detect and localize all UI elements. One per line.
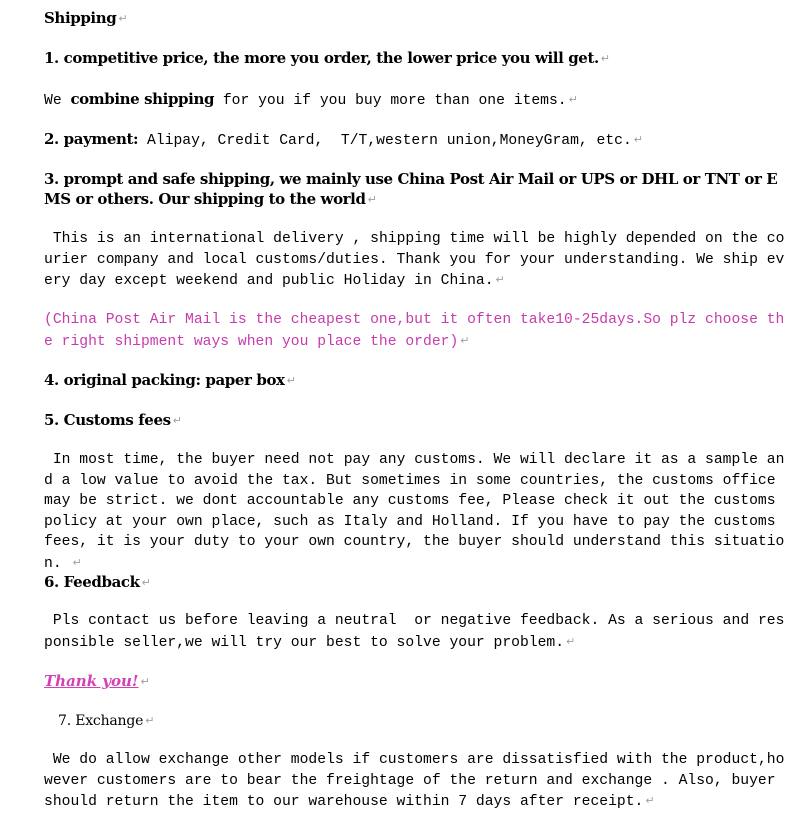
- international-delivery-text: This is an international delivery , ship…: [44, 231, 785, 290]
- item-7-exchange: 7. Exchange ↵: [44, 711, 788, 731]
- pilcrow-icon: ↵: [460, 333, 470, 347]
- item-5-customs-fees: 5. Customs fees ↵: [44, 410, 788, 431]
- pilcrow-icon: ↵: [633, 133, 644, 146]
- thank-you-link-row: Thank you! ↵: [44, 671, 788, 691]
- pilcrow-icon: ↵: [367, 193, 377, 206]
- item-4-original-packing: 4. original packing: paper box ↵: [44, 370, 788, 391]
- combine-lead: We: [44, 93, 71, 109]
- item-6-text: 6. Feedback: [44, 573, 140, 591]
- pilcrow-icon: ↵: [568, 93, 578, 106]
- heading-shipping: Shipping ↵: [44, 8, 788, 29]
- item-2-payment: 2. payment: Alipay, Credit Card, T/T,wes…: [44, 129, 788, 152]
- para-combine-shipping: We combine shipping for you if you buy m…: [44, 89, 788, 112]
- item-6-feedback: 6. Feedback ↵: [44, 572, 788, 593]
- feedback-text: Pls contact us before leaving a neutral …: [44, 613, 785, 651]
- pilcrow-icon: ↵: [172, 414, 182, 427]
- note-china-post-air-mail: (China Post Air Mail is the cheapest one…: [44, 310, 788, 352]
- item-3-text: 3. prompt and safe shipping, we mainly u…: [44, 170, 778, 208]
- item-5-text: 5. Customs fees: [44, 411, 171, 429]
- pilcrow-icon: ↵: [72, 555, 82, 569]
- document-page: Shipping ↵ 1. competitive price, the more…: [0, 0, 788, 816]
- item-3-prompt-safe-shipping: 3. prompt and safe shipping, we mainly u…: [44, 169, 788, 210]
- pilcrow-icon: ↵: [566, 634, 576, 648]
- para-feedback: Pls contact us before leaving a neutral …: [44, 611, 788, 653]
- combine-rest: for you if you buy more than one items.: [214, 93, 567, 109]
- customs-text: In most time, the buyer need not pay any…: [44, 452, 785, 572]
- note-text: (China Post Air Mail is the cheapest one…: [44, 312, 785, 350]
- pilcrow-icon: ↵: [145, 714, 155, 727]
- item-4-text: 4. original packing: paper box: [44, 371, 285, 389]
- pilcrow-icon: ↵: [495, 273, 505, 287]
- combine-bold: combine shipping: [70, 90, 215, 108]
- thank-you-link[interactable]: Thank you!: [44, 672, 139, 690]
- para-international-delivery: This is an international delivery , ship…: [44, 229, 788, 292]
- pilcrow-icon: ↵: [645, 794, 655, 808]
- exchange-text: We do allow exchange other models if cus…: [44, 752, 785, 811]
- pilcrow-icon: ↵: [140, 675, 150, 688]
- item-1-competitive-price: 1. competitive price, the more you order…: [44, 48, 788, 69]
- item-7-text: 7. Exchange: [58, 713, 144, 729]
- item-1-text: 1. competitive price, the more you order…: [44, 49, 599, 67]
- pilcrow-icon: ↵: [141, 576, 151, 589]
- para-customs: In most time, the buyer need not pay any…: [44, 450, 788, 575]
- heading-shipping-text: Shipping: [44, 9, 117, 27]
- payment-label: 2. payment:: [44, 130, 139, 148]
- para-exchange: We do allow exchange other models if cus…: [44, 750, 788, 813]
- pilcrow-icon: ↵: [600, 52, 610, 65]
- payment-methods: Alipay, Credit Card, T/T,western union,M…: [138, 133, 632, 149]
- pilcrow-icon: ↵: [118, 12, 128, 25]
- pilcrow-icon: ↵: [286, 374, 296, 387]
